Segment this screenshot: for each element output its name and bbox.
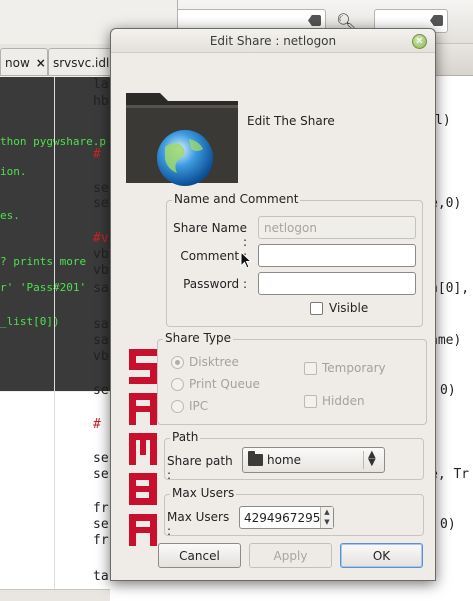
code-line: se bbox=[93, 196, 109, 211]
terminal-scrollbar[interactable] bbox=[0, 589, 110, 601]
code-line: sa bbox=[93, 317, 109, 332]
disktree-radio bbox=[171, 356, 184, 369]
code-line: # bbox=[93, 147, 101, 162]
close-tab-icon[interactable]: × bbox=[36, 56, 46, 70]
tab-srvsvc[interactable]: srvsvc.idl bbox=[48, 48, 118, 75]
code-line: se bbox=[93, 467, 109, 482]
folder-icon bbox=[248, 451, 263, 466]
tab-now[interactable]: now × bbox=[0, 48, 48, 75]
group-legend: Share Type bbox=[163, 331, 234, 345]
code-line: fr bbox=[93, 533, 109, 548]
mouse-cursor-icon bbox=[240, 251, 252, 269]
code-line: # bbox=[93, 417, 101, 432]
dialog-title: Edit Share : netlogon bbox=[111, 29, 435, 53]
print-queue-radio bbox=[171, 378, 184, 391]
code-line: #v bbox=[93, 231, 109, 246]
clear-icon[interactable] bbox=[308, 15, 321, 26]
comment-field[interactable] bbox=[258, 244, 416, 267]
terminal-line: ion. bbox=[0, 165, 27, 178]
visible-checkbox[interactable] bbox=[310, 302, 323, 315]
code-line: vb bbox=[93, 247, 109, 262]
code-line: sa bbox=[93, 333, 109, 348]
code-line: la bbox=[93, 77, 109, 92]
code-line: se bbox=[93, 517, 109, 532]
share-path-value: home bbox=[267, 453, 302, 467]
group-legend: Name and Comment bbox=[172, 192, 301, 206]
code-line: l) bbox=[435, 113, 451, 128]
edit-share-dialog: Edit Share : netlogon ✕ Edit The Share N… bbox=[110, 28, 436, 581]
ipc-radio bbox=[171, 400, 184, 413]
code-line: sa bbox=[93, 281, 109, 296]
temporary-checkbox bbox=[304, 362, 317, 375]
share-name-label: Share Name : bbox=[173, 221, 247, 249]
tab-label: srvsvc.idl bbox=[53, 56, 110, 70]
hero-heading: Edit The Share bbox=[247, 114, 335, 128]
visible-label: Visible bbox=[329, 301, 369, 315]
code-line: vb bbox=[93, 263, 109, 278]
samba-logo bbox=[129, 349, 157, 546]
disktree-label: Disktree bbox=[189, 355, 239, 369]
temporary-label: Temporary bbox=[322, 361, 386, 375]
combo-separator bbox=[363, 451, 364, 469]
close-icon[interactable]: ✕ bbox=[412, 34, 427, 49]
group-legend: Path bbox=[170, 430, 201, 444]
code-line: vb bbox=[93, 349, 109, 364]
code-line: se bbox=[93, 451, 109, 466]
ipc-label: IPC bbox=[189, 399, 209, 413]
password-field[interactable] bbox=[258, 272, 416, 295]
ok-button[interactable]: OK bbox=[340, 543, 423, 568]
group-legend: Max Users bbox=[170, 486, 237, 500]
apply-button[interactable]: Apply bbox=[249, 543, 332, 568]
max-users-label: Max Users : bbox=[167, 510, 230, 538]
terminal-line: es. bbox=[0, 209, 20, 222]
terminal-line: _list[0]) bbox=[0, 315, 60, 328]
code-line: 0) bbox=[440, 383, 456, 398]
password-label: Password : bbox=[183, 277, 247, 291]
print-queue-label: Print Queue bbox=[189, 377, 260, 391]
hidden-label: Hidden bbox=[322, 394, 365, 408]
code-line: fr bbox=[93, 501, 109, 516]
comment-label: Comment : bbox=[180, 249, 247, 263]
code-line: se bbox=[93, 383, 109, 398]
chevron-updown-icon: ▲ ▼ bbox=[368, 449, 376, 468]
code-line: se bbox=[93, 181, 109, 196]
tab-label: now bbox=[5, 56, 30, 70]
share-name-field: netlogon bbox=[258, 216, 416, 239]
max-users-value: 4294967295 bbox=[244, 511, 321, 525]
cancel-button[interactable]: Cancel bbox=[158, 543, 241, 568]
shared-folder-globe-icon bbox=[126, 93, 238, 186]
clear-icon[interactable] bbox=[430, 15, 443, 26]
share-path-label: Share path : bbox=[167, 454, 233, 482]
share-path-combobox[interactable]: home ▲ ▼ bbox=[242, 447, 385, 473]
code-line: ta bbox=[93, 569, 109, 584]
code-line: 0) bbox=[440, 517, 456, 532]
spin-arrows-icon[interactable]: ▲ ▼ bbox=[320, 507, 333, 528]
code-line: hb bbox=[93, 94, 109, 109]
hidden-checkbox bbox=[304, 395, 317, 408]
max-users-spinner[interactable]: 4294967295 ▲ ▼ bbox=[239, 506, 334, 529]
